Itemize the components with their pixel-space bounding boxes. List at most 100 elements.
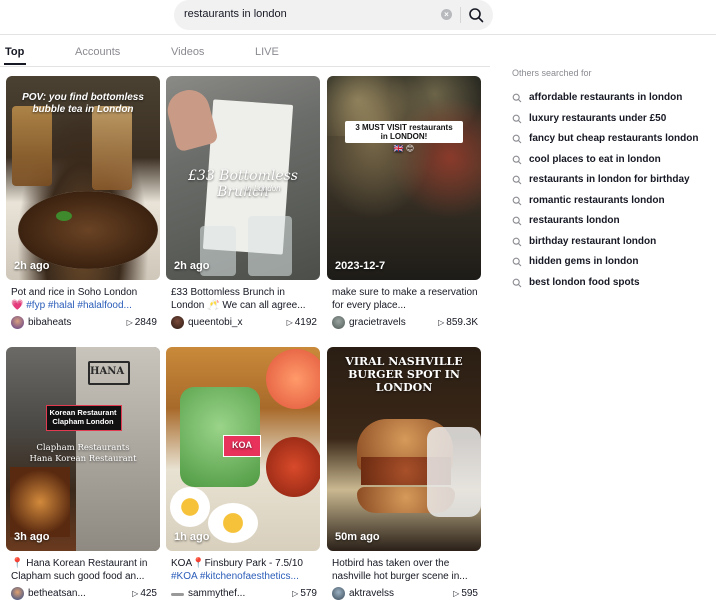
clear-icon[interactable]: × <box>441 9 452 20</box>
play-icon: ▷ <box>438 318 445 327</box>
avatar[interactable] <box>171 593 184 596</box>
author-name[interactable]: aktravelss <box>349 588 431 599</box>
avatar[interactable] <box>171 316 184 329</box>
related-search-item[interactable]: romantic restaurants london <box>512 194 712 215</box>
tabs-divider <box>0 66 490 67</box>
tab-live[interactable]: LIVE <box>255 46 279 58</box>
avatar[interactable] <box>332 587 345 600</box>
search-icon <box>512 278 522 287</box>
video-caption[interactable]: 📍 Hana Korean Restaurant in Clapham such… <box>11 557 157 583</box>
view-count: ▷ 2849 <box>126 317 157 328</box>
video-thumbnail[interactable]: 3 MUST VISIT restaurants in LONDON! 🇬🇧 😊… <box>327 76 481 280</box>
search-icon[interactable] <box>468 7 484 23</box>
video-thumbnail[interactable]: HANA Korean Restaurant Clapham London Cl… <box>6 347 160 551</box>
video-meta: aktravelss ▷ 595 <box>332 586 478 602</box>
play-icon: ▷ <box>132 589 139 598</box>
video-meta: bibaheats ▷ 2849 <box>11 315 157 331</box>
related-search-label: restaurants london <box>529 215 620 226</box>
video-date: 3h ago <box>14 531 50 543</box>
related-search-label: birthday restaurant london <box>529 235 657 247</box>
play-icon: ▷ <box>453 589 460 598</box>
related-search-item[interactable]: affordable restaurants in london <box>512 91 712 112</box>
video-caption[interactable]: KOA📍Finsbury Park - 7.5/10 #KOA #kitchen… <box>171 557 317 583</box>
tab-active-indicator <box>4 63 26 65</box>
related-search-item[interactable]: restaurants london <box>512 214 712 235</box>
video-meta: queentobi_x ▷ 4192 <box>171 315 317 331</box>
video-hashtags[interactable]: #fyp #halal #halalfood... <box>26 300 132 311</box>
video-thumbnail[interactable]: VIRAL NASHVILLE BURGER SPOT IN LONDON 50… <box>327 347 481 551</box>
play-icon: ▷ <box>126 318 133 327</box>
video-overlay-subtext: in London <box>245 184 281 193</box>
search-icon <box>512 155 522 164</box>
video-caption[interactable]: £33 Bottomless Brunch in London 🥂 We can… <box>171 286 317 312</box>
search-icon <box>512 216 522 226</box>
video-overlay-text: KOA <box>232 440 252 450</box>
related-search-label: luxury restaurants under £50 <box>529 112 667 124</box>
video-meta: sammythef... ▷ 579 <box>171 586 317 602</box>
related-search-label: hidden gems in london <box>529 256 639 267</box>
related-searches-heading: Others searched for <box>512 68 592 78</box>
video-overlay-subtext: Clapham Restaurants Hana Korean Restaura… <box>29 443 137 464</box>
search-icon <box>512 175 522 185</box>
related-search-item[interactable]: hidden gems in london <box>512 255 712 276</box>
play-icon: ▷ <box>292 589 299 598</box>
avatar[interactable] <box>11 587 24 600</box>
search-icon <box>512 114 522 123</box>
video-thumbnail[interactable]: POV: you find bottomless bubble tea in L… <box>6 76 160 280</box>
tab-videos[interactable]: Videos <box>171 46 204 58</box>
restaurant-sign: HANA <box>90 366 125 377</box>
video-overlay-text: POV: you find bottomless bubble tea in L… <box>22 92 144 115</box>
search-tabs: Top Accounts Videos LIVE <box>0 46 490 68</box>
related-search-label: best london food spots <box>529 276 640 288</box>
author-name[interactable]: sammythef... <box>188 588 270 599</box>
related-search-label: cool places to eat in london <box>529 153 661 165</box>
video-thumbnail[interactable]: KOA 1h ago <box>166 347 320 551</box>
view-count: ▷ 595 <box>453 588 478 599</box>
search-icon <box>512 93 522 103</box>
search-divider <box>460 7 461 23</box>
search-bar[interactable]: restaurants in london × <box>174 0 493 30</box>
author-name[interactable]: bibaheats <box>28 317 110 328</box>
related-search-item[interactable]: luxury restaurants under £50 <box>512 112 712 133</box>
related-search-item[interactable]: birthday restaurant london <box>512 235 712 256</box>
search-icon <box>512 237 522 246</box>
search-input[interactable]: restaurants in london <box>184 8 287 20</box>
tab-top[interactable]: Top <box>5 46 24 58</box>
play-icon: ▷ <box>286 318 293 327</box>
video-date: 2h ago <box>174 260 210 272</box>
video-date: 2023-12-7 <box>335 260 386 272</box>
video-caption[interactable]: Hotbird has taken over the nashville hot… <box>332 557 478 583</box>
view-count: ▷ 425 <box>132 588 157 599</box>
related-search-item[interactable]: restaurants in london for birthday <box>512 173 712 194</box>
video-meta: betheatsan... ▷ 425 <box>11 586 157 602</box>
related-search-label: affordable restaurants in london <box>529 92 683 103</box>
video-overlay-emoji: 🇬🇧 😊 <box>393 144 415 153</box>
header-divider <box>0 34 716 35</box>
video-date: 50m ago <box>335 531 380 543</box>
video-caption[interactable]: make sure to make a reservation for ever… <box>332 286 478 312</box>
video-overlay-text: VIRAL NASHVILLE BURGER SPOT IN LONDON <box>345 355 463 394</box>
video-thumbnail[interactable]: £33 Bottomless Brunch in London 2h ago <box>166 76 320 280</box>
author-name[interactable]: gracietravels <box>349 317 431 328</box>
video-overlay-text: Korean Restaurant Clapham London <box>49 408 117 426</box>
video-date: 2h ago <box>14 260 50 272</box>
author-name[interactable]: betheatsan... <box>28 588 110 599</box>
related-searches-list: affordable restaurants in london luxury … <box>512 91 712 296</box>
view-count: ▷ 4192 <box>286 317 317 328</box>
video-hashtags[interactable]: #KOA #kitchenofaesthetics... <box>171 571 299 582</box>
search-icon <box>512 257 522 267</box>
tab-accounts[interactable]: Accounts <box>75 46 120 58</box>
video-overlay-text: 3 MUST VISIT restaurants in LONDON! <box>355 123 453 141</box>
video-date: 1h ago <box>174 531 210 543</box>
author-name[interactable]: queentobi_x <box>188 317 270 328</box>
related-search-item[interactable]: best london food spots <box>512 276 712 297</box>
avatar[interactable] <box>332 316 345 329</box>
search-icon <box>512 134 522 144</box>
view-count: ▷ 579 <box>292 588 317 599</box>
related-search-label: fancy but cheap restaurants london <box>529 133 699 144</box>
related-search-label: romantic restaurants london <box>529 194 665 206</box>
related-search-item[interactable]: cool places to eat in london <box>512 153 712 174</box>
video-caption[interactable]: Pot and rice in Soho London 💗 #fyp #hala… <box>11 286 157 312</box>
related-search-item[interactable]: fancy but cheap restaurants london <box>512 132 712 153</box>
avatar[interactable] <box>11 316 24 329</box>
